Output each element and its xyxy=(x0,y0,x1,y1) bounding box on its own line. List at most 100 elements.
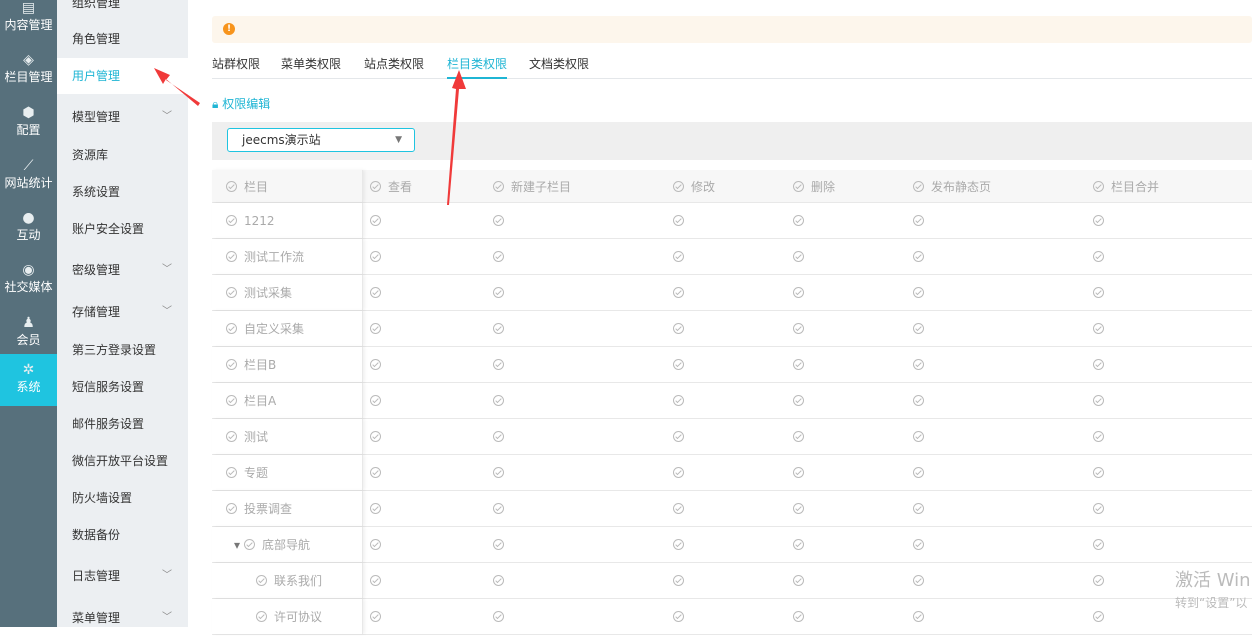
expand-caret-icon[interactable]: ▾ xyxy=(234,538,240,552)
permission-cell[interactable] xyxy=(370,599,388,634)
check-circle-icon[interactable] xyxy=(493,611,504,622)
row-name-cell[interactable]: ▾ 底部导航 xyxy=(212,527,363,562)
submenu-item-16[interactable]: 菜单管理 ﹀ xyxy=(57,600,188,636)
check-circle-icon[interactable] xyxy=(913,467,924,478)
permission-cell[interactable] xyxy=(493,239,511,274)
check-circle-icon[interactable] xyxy=(673,575,684,586)
check-circle-icon[interactable] xyxy=(793,180,804,192)
permission-cell[interactable] xyxy=(370,563,388,598)
permission-cell[interactable] xyxy=(493,527,511,562)
check-circle-icon[interactable] xyxy=(1093,251,1104,262)
check-circle-icon[interactable] xyxy=(673,467,684,478)
permission-cell[interactable] xyxy=(1093,203,1111,238)
check-circle-icon[interactable] xyxy=(370,539,381,550)
permission-cell[interactable] xyxy=(793,203,811,238)
row-name-cell[interactable]: 栏目A xyxy=(212,383,363,418)
permission-cell[interactable] xyxy=(673,527,691,562)
check-circle-icon[interactable] xyxy=(226,323,237,334)
permission-cell[interactable] xyxy=(493,455,511,490)
permission-cell[interactable] xyxy=(370,419,388,454)
column-header[interactable]: 栏目合并 xyxy=(1093,170,1159,202)
submenu-item-1[interactable]: 角色管理 xyxy=(57,21,188,57)
submenu-item-9[interactable]: 第三方登录设置 xyxy=(57,332,188,368)
row-name-cell[interactable]: 许可协议 xyxy=(212,599,363,634)
check-circle-icon[interactable] xyxy=(1093,395,1104,406)
check-circle-icon[interactable] xyxy=(913,323,924,334)
permission-cell[interactable] xyxy=(1093,275,1111,310)
check-circle-icon[interactable] xyxy=(370,395,381,406)
check-circle-icon[interactable] xyxy=(244,539,256,550)
row-name-cell[interactable]: 栏目B xyxy=(212,347,363,382)
check-circle-icon[interactable] xyxy=(493,323,504,334)
check-circle-icon[interactable] xyxy=(226,359,237,370)
permission-cell[interactable] xyxy=(1093,347,1111,382)
check-circle-icon[interactable] xyxy=(673,359,684,370)
check-circle-icon[interactable] xyxy=(370,287,381,298)
permission-cell[interactable] xyxy=(913,491,931,526)
permission-cell[interactable] xyxy=(913,599,931,634)
check-circle-icon[interactable] xyxy=(1093,359,1104,370)
check-circle-icon[interactable] xyxy=(1093,215,1104,226)
iconbar-item-1[interactable]: ◈ 栏目管理 xyxy=(0,44,57,96)
permission-cell[interactable] xyxy=(493,275,511,310)
check-circle-icon[interactable] xyxy=(793,323,804,334)
submenu-item-8[interactable]: 存储管理 ﹀ xyxy=(57,294,188,330)
permission-cell[interactable] xyxy=(493,419,511,454)
check-circle-icon[interactable] xyxy=(913,395,924,406)
permission-cell[interactable] xyxy=(370,203,388,238)
check-circle-icon[interactable] xyxy=(793,467,804,478)
permission-cell[interactable] xyxy=(493,311,511,346)
permission-cell[interactable] xyxy=(370,239,388,274)
permission-cell[interactable] xyxy=(1093,491,1111,526)
column-header[interactable]: 修改 xyxy=(673,170,715,202)
check-circle-icon[interactable] xyxy=(226,180,237,192)
check-circle-icon[interactable] xyxy=(226,395,237,406)
iconbar-item-3[interactable]: ⟋ 网站统计 xyxy=(0,150,57,202)
check-circle-icon[interactable] xyxy=(1093,467,1104,478)
check-circle-icon[interactable] xyxy=(226,287,237,298)
check-circle-icon[interactable] xyxy=(673,431,684,442)
check-circle-icon[interactable] xyxy=(1093,575,1104,586)
check-circle-icon[interactable] xyxy=(673,287,684,298)
row-name-cell[interactable]: 投票调查 xyxy=(212,491,363,526)
row-name-cell[interactable]: 专题 xyxy=(212,455,363,490)
row-name-cell[interactable]: 1212 xyxy=(212,203,363,238)
tab-4[interactable]: 文档类权限 xyxy=(529,55,589,79)
permission-cell[interactable] xyxy=(493,383,511,418)
check-circle-icon[interactable] xyxy=(493,539,504,550)
iconbar-item-4[interactable]: ● 互动 xyxy=(0,202,57,254)
permission-cell[interactable] xyxy=(913,347,931,382)
permission-cell[interactable] xyxy=(673,419,691,454)
check-circle-icon[interactable] xyxy=(256,575,267,586)
permission-cell[interactable] xyxy=(673,347,691,382)
permission-cell[interactable] xyxy=(673,599,691,634)
permission-cell[interactable] xyxy=(793,563,811,598)
iconbar-item-2[interactable]: ⬢ 配置 xyxy=(0,97,57,149)
permission-cell[interactable] xyxy=(793,275,811,310)
submenu-item-0[interactable]: 组织管理 xyxy=(57,0,188,21)
check-circle-icon[interactable] xyxy=(493,575,504,586)
check-circle-icon[interactable] xyxy=(1093,611,1104,622)
permission-cell[interactable] xyxy=(493,563,511,598)
check-circle-icon[interactable] xyxy=(493,251,504,262)
check-circle-icon[interactable] xyxy=(226,431,237,442)
permission-cell[interactable] xyxy=(673,491,691,526)
permission-cell[interactable] xyxy=(1093,419,1111,454)
column-header[interactable]: 栏目 xyxy=(212,170,363,202)
check-circle-icon[interactable] xyxy=(493,215,504,226)
permission-cell[interactable] xyxy=(673,563,691,598)
check-circle-icon[interactable] xyxy=(913,539,924,550)
submenu-item-11[interactable]: 邮件服务设置 xyxy=(57,406,188,442)
check-circle-icon[interactable] xyxy=(493,395,504,406)
permission-cell[interactable] xyxy=(673,455,691,490)
permission-cell[interactable] xyxy=(493,491,511,526)
check-circle-icon[interactable] xyxy=(370,215,381,226)
permission-cell[interactable] xyxy=(913,275,931,310)
check-circle-icon[interactable] xyxy=(370,431,381,442)
permission-cell[interactable] xyxy=(793,419,811,454)
iconbar-item-0[interactable]: ▤ 内容管理 xyxy=(0,0,57,44)
check-circle-icon[interactable] xyxy=(793,611,804,622)
check-circle-icon[interactable] xyxy=(673,180,684,192)
tab-3[interactable]: 栏目类权限 xyxy=(447,55,508,79)
submenu-item-12[interactable]: 微信开放平台设置 xyxy=(57,443,188,479)
